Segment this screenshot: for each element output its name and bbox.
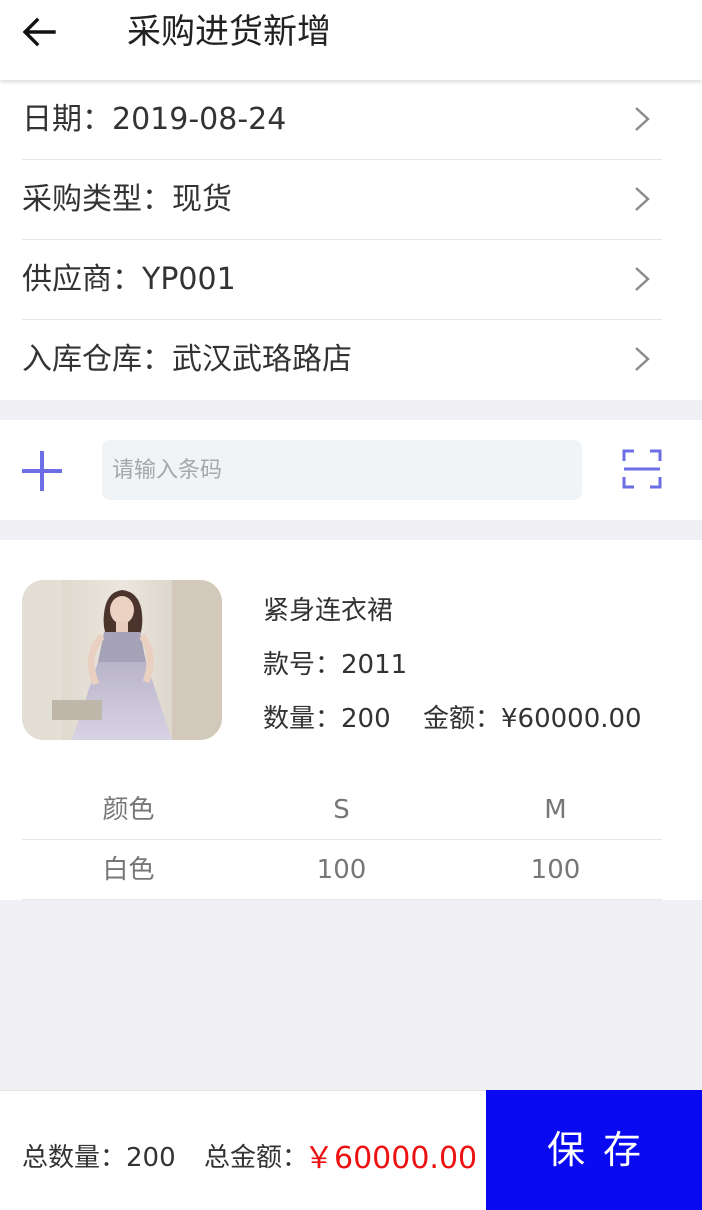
product-card: 紧身连衣裙 款号：2011 数量：200 金额：¥60000.00 颜色 S M…	[0, 540, 702, 900]
supplier-row-text: 供应商：YP001	[22, 262, 236, 297]
add-item-button[interactable]	[20, 449, 64, 493]
purchase-type-row-text: 采购类型：现货	[22, 182, 232, 217]
warehouse-row-text: 入库仓库：武汉武珞路店	[22, 342, 352, 377]
product-sku: 款号：2011	[263, 650, 408, 680]
total-quantity: 总数量：200	[22, 1143, 176, 1173]
scan-button[interactable]	[622, 449, 662, 489]
arrow-left-icon	[22, 17, 56, 47]
cell-qty-s[interactable]: 100	[235, 854, 448, 886]
total-amount-value: ￥60000.00	[304, 1141, 478, 1176]
save-button[interactable]: 保存	[486, 1090, 702, 1210]
product-quantity: 数量：200	[263, 704, 391, 734]
scan-icon	[622, 449, 662, 489]
cell-color: 白色	[102, 855, 155, 885]
barcode-bar	[0, 420, 702, 520]
cell-qty-m[interactable]: 100	[449, 854, 662, 886]
date-row-text: 日期：2019-08-24	[22, 102, 287, 137]
product-image[interactable]	[22, 580, 222, 740]
chevron-right-icon	[635, 107, 650, 131]
table-row: 白色 100 100	[22, 840, 662, 900]
size-table-header: 颜色 S M	[22, 780, 662, 840]
header-size-m: M	[544, 795, 567, 825]
back-button[interactable]	[20, 12, 60, 52]
size-table: 颜色 S M 白色 100 100	[22, 780, 662, 900]
product-name: 紧身连衣裙	[263, 596, 394, 626]
chevron-right-icon	[635, 267, 650, 291]
date-row[interactable]: 日期：2019-08-24	[22, 80, 662, 160]
product-amount: 金额：¥60000.00	[423, 704, 642, 734]
app-page: 采购进货新增 日期：2019-08-24 采购类型：现货 供应商：YP001 入…	[0, 0, 702, 1210]
top-bar: 采购进货新增	[0, 0, 702, 80]
page-title: 采购进货新增	[127, 12, 331, 52]
barcode-input[interactable]	[102, 440, 582, 500]
purchase-info-section: 日期：2019-08-24 采购类型：现货 供应商：YP001 入库仓库：武汉武…	[0, 80, 702, 400]
plus-icon	[22, 451, 62, 491]
dress-photo-icon	[22, 580, 222, 740]
purchase-type-row[interactable]: 采购类型：现货	[22, 160, 662, 240]
total-amount-label: 总金额：	[204, 1143, 309, 1173]
warehouse-row[interactable]: 入库仓库：武汉武珞路店	[22, 320, 662, 400]
chevron-right-icon	[635, 187, 650, 211]
supplier-row[interactable]: 供应商：YP001	[22, 240, 662, 320]
header-size-s: S	[333, 795, 350, 825]
footer-bar: 总数量：200 总金额： ￥60000.00 保存	[0, 1090, 702, 1210]
header-color: 颜色	[102, 795, 155, 825]
chevron-right-icon	[635, 347, 650, 371]
